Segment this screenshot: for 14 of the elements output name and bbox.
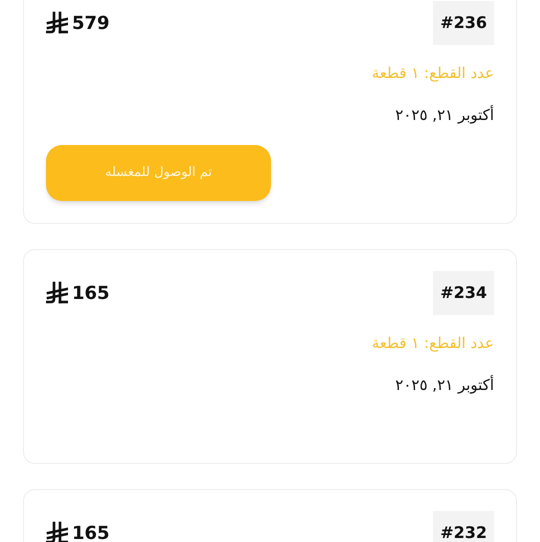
order-number: #232	[433, 511, 494, 542]
order-price: 579	[72, 12, 110, 36]
order-number: #234	[433, 271, 494, 315]
arrived-button[interactable]: تم الوصول للمغسله	[46, 145, 271, 201]
riyal-icon	[46, 281, 68, 305]
order-price: 165	[72, 522, 110, 542]
item-count: عدد القطع: ١ قطعة	[372, 334, 494, 352]
item-count: عدد القطع: ١ قطعة	[372, 64, 494, 82]
order-number: #236	[433, 1, 494, 45]
order-date: أكتوبر ٢١, ٢٠٢٥	[395, 376, 494, 394]
order-price: 165	[72, 282, 110, 306]
order-date: أكتوبر ٢١, ٢٠٢٥	[395, 106, 494, 124]
riyal-icon	[46, 11, 68, 35]
riyal-icon	[46, 521, 68, 542]
